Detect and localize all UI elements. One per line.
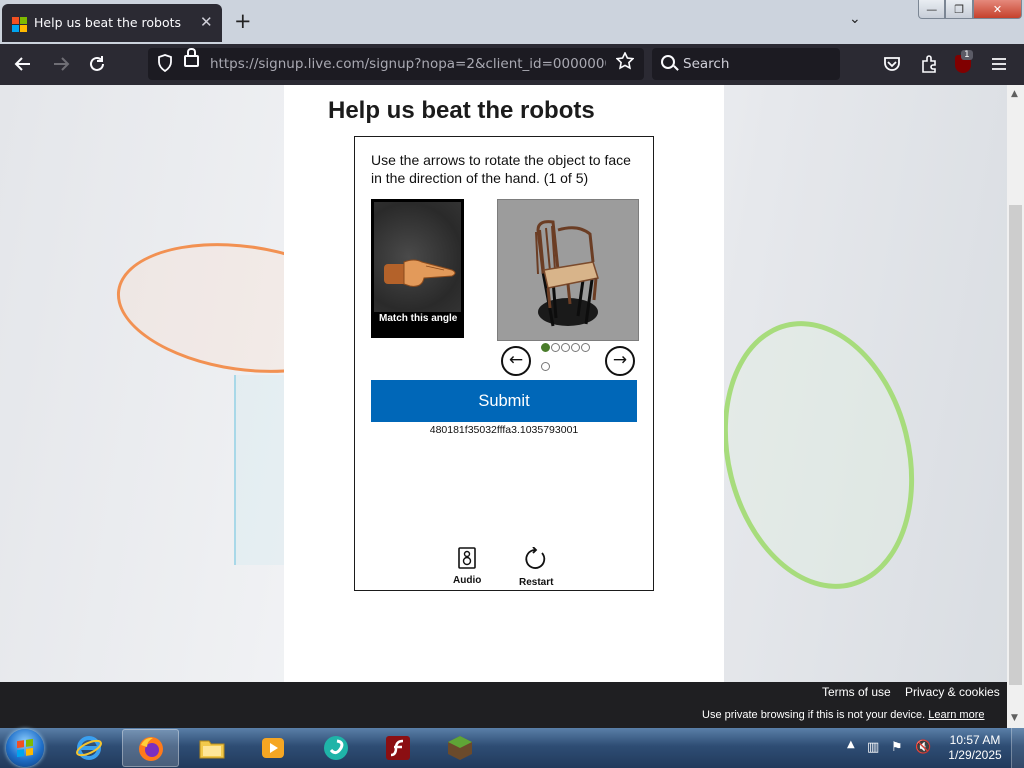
back-arrow-icon[interactable]: [14, 56, 32, 72]
chair-icon: [535, 220, 599, 327]
tracking-shield-icon[interactable]: [157, 54, 173, 72]
bookmark-star-icon[interactable]: [616, 52, 634, 70]
progress-dot: [581, 343, 590, 352]
taskbar-clock[interactable]: 10:57 AM 1/29/2025: [945, 733, 1005, 763]
rotate-right-button[interactable]: →: [605, 346, 635, 376]
tab-close-icon[interactable]: ✕: [200, 13, 213, 31]
decorative-green-disc: [695, 300, 942, 610]
skype-icon: [324, 736, 348, 760]
new-tab-button[interactable]: +: [234, 9, 252, 33]
pocket-icon[interactable]: [883, 56, 901, 72]
folder-icon: [199, 740, 225, 759]
submit-button[interactable]: Submit: [371, 380, 637, 422]
privacy-cookies-link[interactable]: Privacy & cookies: [905, 685, 1000, 699]
audio-button[interactable]: Audio: [453, 547, 481, 586]
windows-logo-icon: [17, 738, 33, 758]
search-icon: [661, 55, 675, 69]
progress-dot: [541, 343, 550, 352]
microsoft-logo-icon: [12, 17, 27, 32]
show-desktop-button[interactable]: [1011, 728, 1024, 768]
pointing-hand-icon: [384, 259, 456, 287]
windows-taskbar: ▲ ▥ ⚑ 🔇 10:57 AM 1/29/2025: [0, 728, 1024, 768]
reference-hand-tile: Match this angle: [371, 199, 464, 338]
flash-icon: [386, 736, 410, 760]
ublock-origin-icon[interactable]: 1: [955, 50, 973, 73]
firefox-icon: [139, 737, 163, 761]
terms-of-use-link[interactable]: Terms of use: [822, 685, 891, 699]
scroll-down-icon[interactable]: ▼: [1011, 713, 1018, 723]
search-placeholder: Search: [683, 56, 730, 72]
restart-button[interactable]: Restart: [519, 546, 554, 588]
signup-panel: Help us beat the robots Use the arrows t…: [284, 85, 724, 682]
taskbar-flash[interactable]: [370, 729, 427, 767]
action-center-flag-icon[interactable]: ⚑: [891, 740, 903, 755]
extensions-puzzle-icon[interactable]: [920, 55, 938, 73]
session-id: 480181f35032fffa3.1035793001: [429, 424, 579, 436]
minimize-button[interactable]: —: [918, 0, 946, 19]
restart-icon: [525, 546, 546, 569]
tab-title: Help us beat the robots: [34, 15, 182, 30]
restart-label: Restart: [519, 577, 554, 588]
window-controls: — ❐ ✕: [918, 0, 1023, 19]
url-text[interactable]: https://signup.live.com/signup?nopa=2&cl…: [210, 56, 606, 72]
list-all-tabs-icon[interactable]: ⌄: [849, 11, 861, 27]
close-window-button[interactable]: ✕: [972, 0, 1023, 19]
scroll-up-icon[interactable]: ▲: [1011, 89, 1018, 99]
private-browsing-text: Use private browsing if this is not your…: [702, 709, 926, 721]
audio-label: Audio: [453, 575, 482, 586]
learn-more-link[interactable]: Learn more: [928, 709, 984, 721]
system-tray: ▲ ▥ ⚑ 🔇 10:57 AM 1/29/2025: [845, 728, 1024, 768]
taskbar-firefox[interactable]: [122, 729, 179, 767]
captcha-challenge: Use the arrows to rotate the object to f…: [354, 136, 654, 591]
internet-explorer-icon: [76, 736, 102, 760]
hamburger-menu-icon[interactable]: [991, 57, 1007, 71]
scroll-thumb[interactable]: [1009, 205, 1022, 685]
lock-icon[interactable]: [184, 48, 199, 67]
progress-dots: [541, 343, 597, 381]
progress-dot: [561, 343, 570, 352]
speaker-icon: [458, 547, 476, 569]
challenge-instruction: Use the arrows to rotate the object to f…: [371, 152, 631, 186]
maximize-button[interactable]: ❐: [945, 0, 973, 19]
volume-muted-icon[interactable]: 🔇: [915, 740, 931, 755]
progress-dot: [571, 343, 580, 352]
rotatable-object-tile[interactable]: [497, 199, 639, 341]
network-icon[interactable]: ▥: [867, 740, 879, 755]
taskbar-internet-explorer[interactable]: [61, 729, 118, 767]
progress-dot: [541, 362, 550, 371]
minecraft-icon: [448, 736, 472, 760]
taskbar-minecraft[interactable]: [432, 729, 489, 767]
progress-dot: [551, 343, 560, 352]
ublock-count-badge: 1: [961, 50, 973, 60]
hand-caption: Match this angle: [379, 313, 458, 324]
taskbar-skype[interactable]: [308, 729, 365, 767]
private-browsing-note: Use private browsing if this is not your…: [702, 709, 984, 721]
hand-image: [374, 202, 461, 312]
start-button[interactable]: [6, 729, 44, 767]
navigation-toolbar: https://signup.live.com/signup?nopa=2&cl…: [0, 44, 1024, 85]
page-title: Help us beat the robots: [328, 97, 595, 124]
media-player-icon: [262, 738, 284, 758]
clock-time: 10:57 AM: [949, 733, 1001, 747]
tab-strip: Help us beat the robots ✕ + ⌄ — ❐ ✕: [0, 0, 1024, 44]
taskbar-file-explorer[interactable]: [184, 729, 241, 767]
page-scrollbar[interactable]: ▲ ▼: [1007, 85, 1024, 728]
address-bar[interactable]: https://signup.live.com/signup?nopa=2&cl…: [148, 48, 644, 80]
page-footer: Terms of use Privacy & cookies Use priva…: [0, 682, 1007, 728]
page-viewport: Help us beat the robots Use the arrows t…: [0, 85, 1007, 682]
clock-date: 1/29/2025: [948, 748, 1002, 762]
forward-arrow-icon[interactable]: [52, 56, 70, 72]
rotate-left-button[interactable]: ←: [501, 346, 531, 376]
reload-icon[interactable]: [88, 55, 106, 73]
search-input[interactable]: Search: [652, 48, 840, 80]
tab-active[interactable]: Help us beat the robots ✕: [2, 4, 222, 42]
show-hidden-icons-icon[interactable]: ▲: [847, 739, 855, 750]
taskbar-media-player[interactable]: [245, 729, 302, 767]
